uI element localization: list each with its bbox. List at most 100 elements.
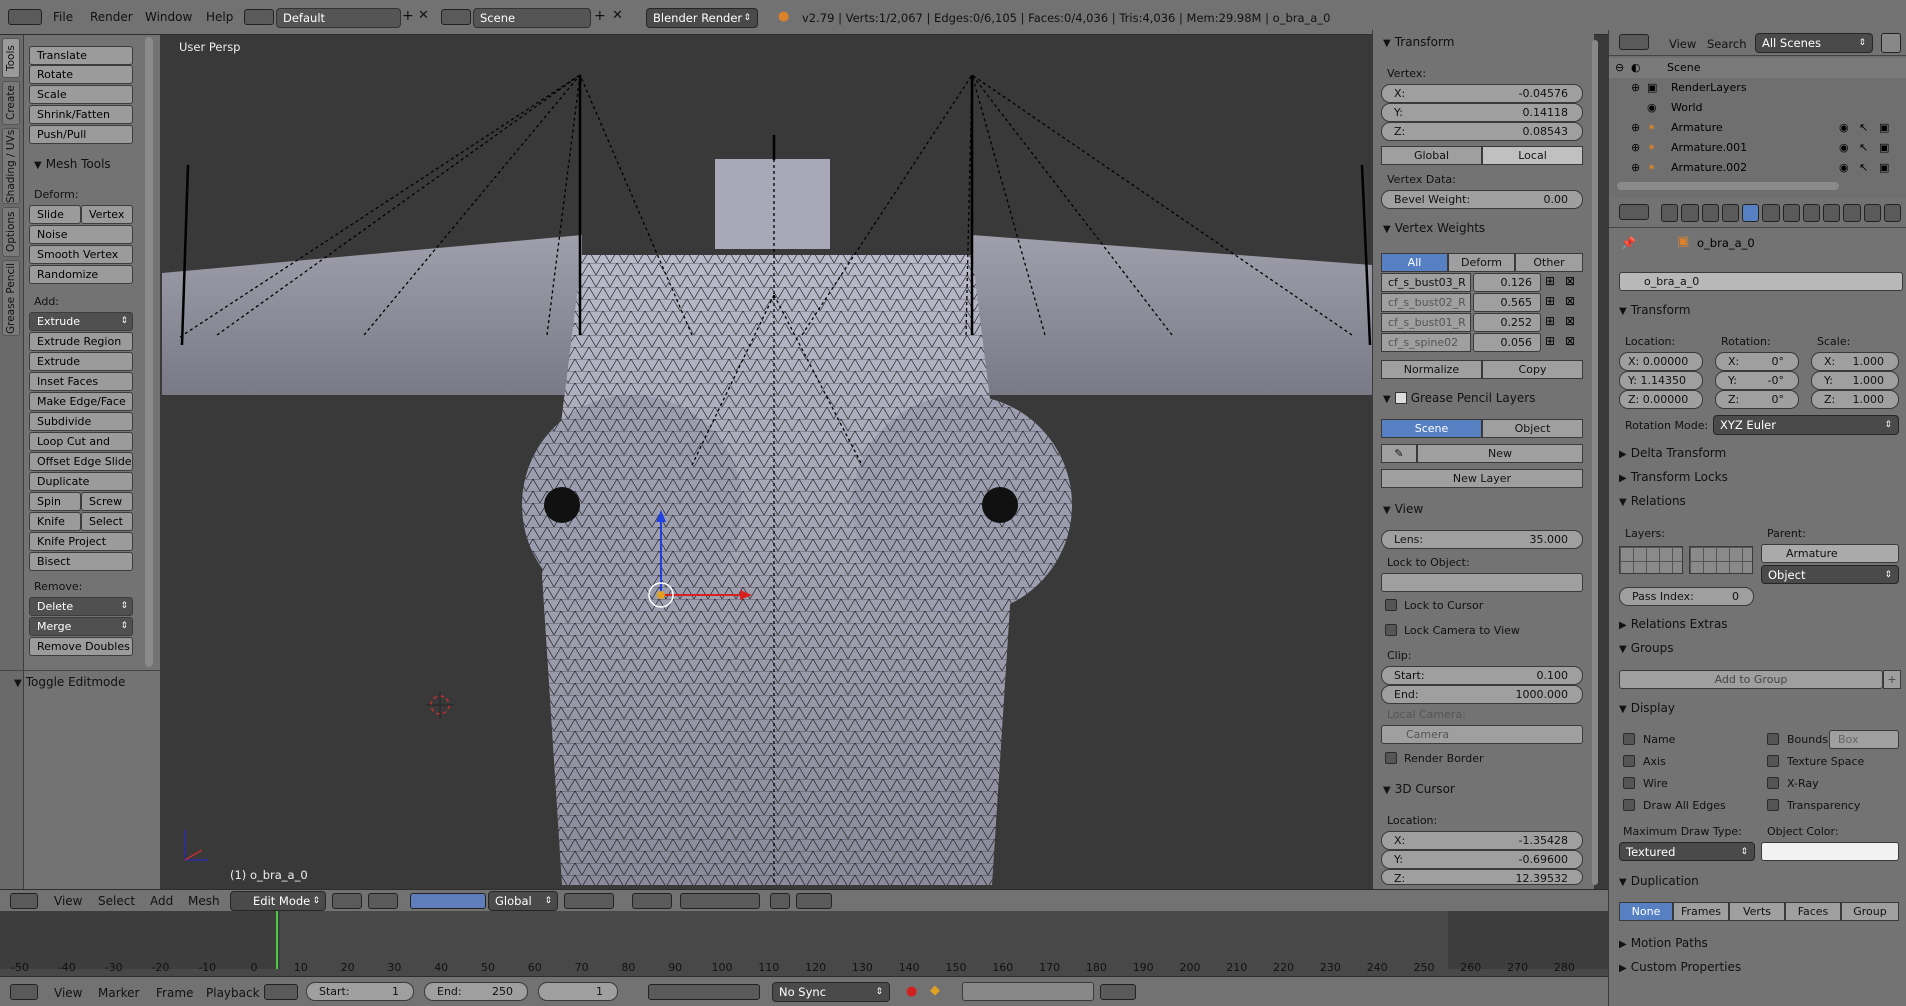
bisect-button[interactable]: Bisect: [29, 552, 133, 571]
knife-project-button[interactable]: Knife Project: [29, 532, 133, 551]
frame-start-field[interactable]: Start: 1: [306, 982, 414, 1001]
layout-icon[interactable]: [244, 9, 274, 25]
transform-locks-header[interactable]: ▶ Transform Locks: [1619, 470, 1728, 484]
tl-menu-marker[interactable]: Marker: [98, 986, 139, 1000]
3d-cursor-header[interactable]: ▼ 3D Cursor: [1383, 782, 1455, 796]
scale-y-field[interactable]: Y: 1.000: [1811, 371, 1899, 390]
spin-button[interactable]: Spin: [29, 492, 81, 511]
new-layer-button[interactable]: New Layer: [1381, 469, 1583, 488]
layers-grid-left[interactable]: [1619, 546, 1683, 574]
scene-tab-icon[interactable]: [1701, 204, 1719, 222]
playback-controls-icons[interactable]: [648, 984, 760, 1000]
inset-faces-button[interactable]: Inset Faces: [29, 372, 133, 391]
remove-weight-icon[interactable]: ⊠: [1565, 294, 1575, 308]
dup-faces-tab[interactable]: Faces: [1785, 902, 1841, 921]
screw-button[interactable]: Screw: [81, 492, 133, 511]
bounds-type-select[interactable]: Box: [1829, 730, 1899, 749]
modifiers-tab-icon[interactable]: [1782, 204, 1800, 222]
object-tab-icon[interactable]: [1742, 204, 1760, 222]
render-tab-icon[interactable]: [1661, 204, 1679, 222]
outliner-row-world[interactable]: ◉ World: [1609, 98, 1906, 118]
snap-icons[interactable]: [680, 893, 760, 909]
xray-checkbox[interactable]: [1767, 777, 1779, 789]
pass-index-field[interactable]: Pass Index: 0: [1619, 587, 1754, 606]
tab-shading-uvs[interactable]: Shading / UVs: [2, 128, 20, 204]
parent-type-select[interactable]: Object ⇕: [1761, 565, 1899, 584]
keying-set-field[interactable]: [962, 982, 1094, 1001]
tool-shelf-scrollbar[interactable]: [145, 37, 153, 667]
translate-button[interactable]: Translate: [29, 46, 133, 65]
shrink-fatten-button[interactable]: Shrink/Fatten: [29, 105, 133, 124]
custom-properties-header[interactable]: ▶ Custom Properties: [1619, 960, 1741, 974]
gp-scene-tab[interactable]: Scene: [1381, 419, 1482, 438]
transparency-checkbox[interactable]: [1767, 799, 1779, 811]
knife-button[interactable]: Knife: [29, 512, 81, 531]
cursor-x-field[interactable]: X: -1.35428: [1381, 831, 1583, 850]
remove-weight-icon[interactable]: ⊠: [1565, 334, 1575, 348]
tab-grease-pencil[interactable]: Grease Pencil: [2, 260, 20, 336]
add-layout-icon[interactable]: +: [402, 8, 414, 24]
menu-help[interactable]: Help: [206, 10, 233, 24]
rotation-mode-select[interactable]: XYZ Euler ⇕: [1713, 415, 1899, 435]
vw-tab-other[interactable]: Other: [1515, 253, 1583, 272]
vw-tab-deform[interactable]: Deform: [1448, 253, 1515, 272]
outliner-search-icon[interactable]: [1881, 33, 1901, 53]
weight-group-name[interactable]: cf_s_spine02: [1381, 333, 1471, 352]
view-header[interactable]: ▼ View: [1383, 502, 1423, 516]
slide-edge-button[interactable]: Slide Ed: [29, 205, 81, 238]
delete-button[interactable]: Delete ⇕: [29, 597, 133, 616]
remove-weight-icon[interactable]: ⊠: [1565, 314, 1575, 328]
add-to-group-button[interactable]: Add to Group: [1619, 670, 1883, 689]
info-editor-type-button[interactable]: [8, 9, 42, 25]
normalize-button[interactable]: Normalize: [1381, 360, 1482, 379]
location-x-field[interactable]: X: 0.00000: [1619, 352, 1703, 371]
tl-menu-playback[interactable]: Playback: [206, 986, 260, 1000]
weight-value[interactable]: 0.565: [1473, 293, 1541, 312]
vp-menu-view[interactable]: View: [54, 894, 82, 908]
display-name-checkbox[interactable]: [1623, 733, 1635, 745]
object-name-field[interactable]: o_bra_a_0: [1619, 272, 1903, 291]
dup-verts-tab[interactable]: Verts: [1729, 902, 1785, 921]
orientation-select[interactable]: Global ⇕: [488, 891, 558, 911]
mode-select[interactable]: Edit Mode ⇕: [230, 891, 326, 911]
playhead[interactable]: [276, 911, 278, 969]
layer-icons[interactable]: [564, 893, 614, 909]
lens-field[interactable]: Lens: 35.000: [1381, 530, 1583, 549]
display-bounds-checkbox[interactable]: [1767, 733, 1779, 745]
merge-button[interactable]: Merge ⇕: [29, 617, 133, 636]
3d-viewport[interactable]: User Persp (1) o_bra_a_0: [162, 35, 1372, 885]
make-edge-face-button[interactable]: Make Edge/Face: [29, 392, 133, 411]
smooth-vertex-button[interactable]: Smooth Vertex: [29, 245, 133, 264]
outliner-row-armature-001[interactable]: ⊕ ✶ Armature.001 ◉ ↖ ▣: [1609, 138, 1906, 158]
render-engine-select[interactable]: Blender Render ⇕: [646, 8, 758, 28]
location-z-field[interactable]: Z: 0.00000: [1619, 390, 1703, 409]
layout-field[interactable]: Default: [276, 8, 401, 28]
tab-create[interactable]: Create: [2, 81, 20, 125]
toggle-editmode-header[interactable]: ▼ Toggle Editmode: [14, 675, 125, 689]
layers-grid-right[interactable]: [1689, 546, 1753, 574]
local-toggle[interactable]: Local: [1482, 146, 1583, 165]
pin-icon[interactable]: 📌: [1621, 236, 1636, 250]
frame-end-field[interactable]: End: 250: [424, 982, 528, 1001]
gp-enable-checkbox[interactable]: [1394, 392, 1407, 404]
noise-button[interactable]: Noise: [29, 225, 133, 244]
tl-menu-view[interactable]: View: [54, 986, 82, 1000]
proportional-edit-icon[interactable]: [632, 893, 672, 909]
dup-none-tab[interactable]: None: [1619, 902, 1673, 921]
close-layout-icon[interactable]: ✕: [418, 8, 429, 23]
scale-z-field[interactable]: Z: 1.000: [1811, 390, 1899, 409]
preview-range-icon[interactable]: [264, 984, 298, 1000]
pick-group-icon[interactable]: ⊞: [1545, 314, 1555, 328]
extrude-button[interactable]: Extrude ⇕: [29, 312, 133, 331]
obj-transform-header[interactable]: ▼ Transform: [1619, 303, 1690, 317]
add-group-icon[interactable]: +: [1883, 670, 1901, 689]
sync-select[interactable]: No Sync ⇕: [772, 982, 890, 1002]
manipulator-icons[interactable]: [410, 893, 486, 909]
opengl-render-icon[interactable]: [770, 893, 790, 909]
weight-group-name[interactable]: cf_s_bust03_R: [1381, 273, 1471, 292]
copy-button[interactable]: Copy: [1482, 360, 1583, 379]
record-icon[interactable]: ●: [906, 984, 917, 999]
scale-button[interactable]: Scale: [29, 85, 133, 104]
pick-group-icon[interactable]: ⊞: [1545, 334, 1555, 348]
outliner-row-armature-002[interactable]: ⊕ ✶ Armature.002 ◉ ↖ ▣: [1609, 158, 1906, 178]
